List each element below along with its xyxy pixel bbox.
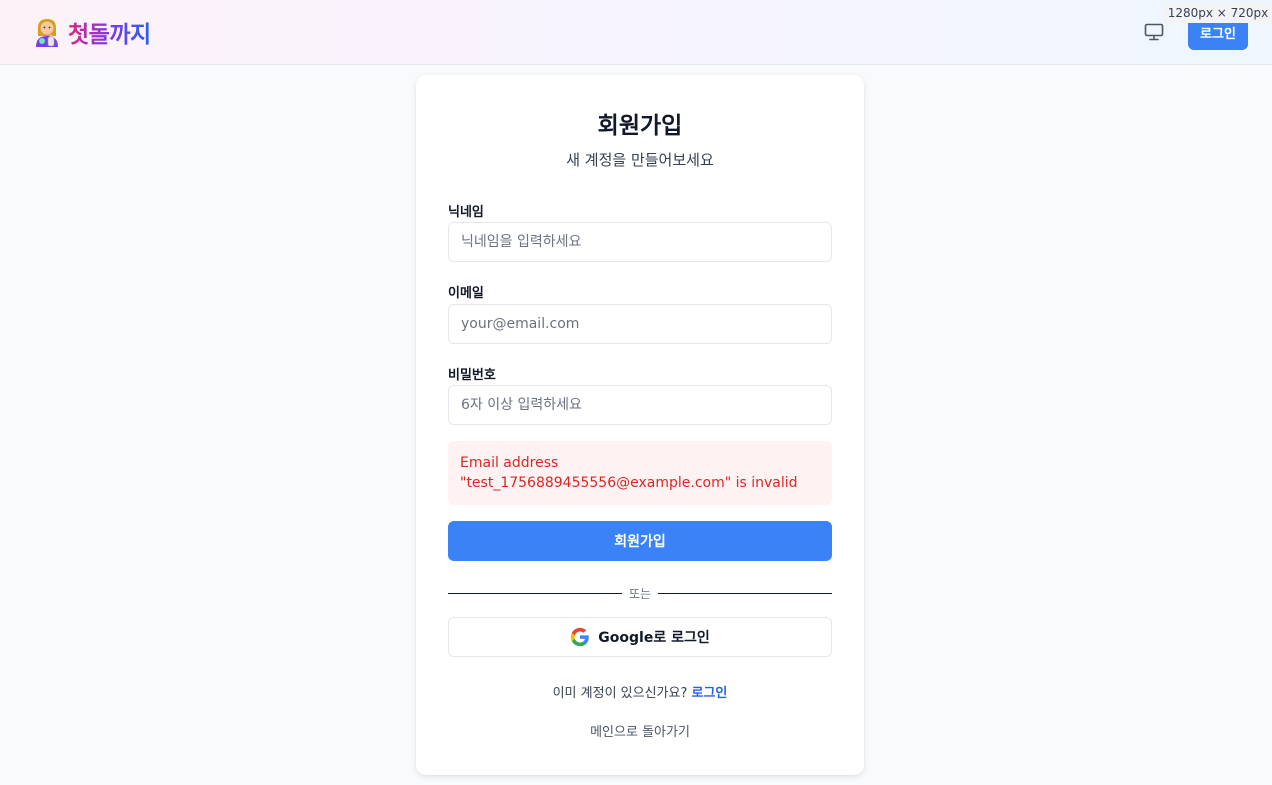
signup-card: 회원가입 새 계정을 만들어보세요 닉네임 이메일 비밀번호 Email add… — [416, 75, 864, 775]
or-divider: 또는 — [448, 583, 832, 603]
google-icon — [571, 627, 590, 647]
google-login-button[interactable]: Google로 로그인 — [448, 617, 832, 657]
monitor-icon — [1144, 23, 1164, 41]
divider-label: 또는 — [628, 587, 652, 601]
display-mode-button[interactable] — [1141, 20, 1167, 44]
signup-submit-button[interactable]: 회원가입 — [448, 521, 832, 561]
nickname-label: 닉네임 — [448, 205, 484, 220]
login-link[interactable]: 로그인 — [692, 686, 728, 701]
baby-bottle-person-icon — [36, 19, 58, 47]
page-subtitle: 새 계정을 만들어보세요 — [566, 151, 714, 169]
divider-line-right — [658, 593, 832, 594]
existing-account-row: 이미 계정이 있으신가요? 로그인 — [416, 682, 864, 701]
back-to-main-link[interactable]: 메인으로 돌아가기 — [416, 721, 864, 740]
email-label: 이메일 — [448, 286, 484, 301]
viewport-size-badge: 1280px × 720px — [1164, 3, 1272, 23]
email-input[interactable] — [448, 304, 832, 344]
top-header: 첫돌까지 로그인 — [0, 0, 1272, 65]
divider-line-left — [448, 593, 622, 594]
brand-logo[interactable]: 첫돌까지 — [32, 14, 151, 50]
existing-account-text: 이미 계정이 있으신가요? — [552, 686, 688, 701]
page-title: 회원가입 — [597, 113, 683, 139]
brand-name: 첫돌까지 — [68, 15, 151, 49]
password-label: 비밀번호 — [448, 368, 496, 383]
nickname-input[interactable] — [448, 222, 832, 262]
password-input[interactable] — [448, 385, 832, 425]
google-login-label: Google로 로그인 — [598, 630, 710, 646]
error-message: Email address "test_1756889455556@exampl… — [448, 441, 832, 505]
